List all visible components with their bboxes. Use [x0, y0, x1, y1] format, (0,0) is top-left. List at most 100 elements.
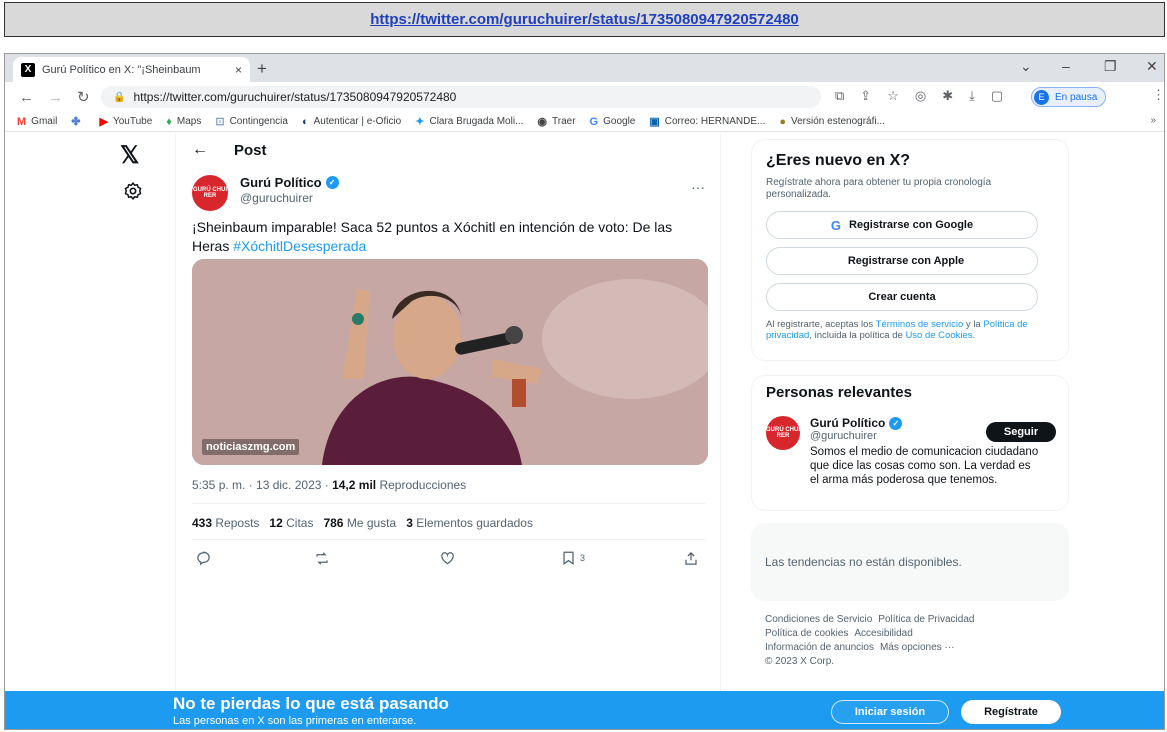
tweet-stats: 433 Reposts 12 Citas 786 Me gusta 3 Element…	[192, 516, 533, 530]
follow-button[interactable]: Seguir	[986, 422, 1056, 442]
footer-link[interactable]: Accesibilidad	[854, 628, 912, 639]
tab-strip: X Gurú Político en X: "¡Sheinbaum × + ⌄ …	[5, 54, 1164, 82]
bookmark-icon: ▣	[649, 116, 660, 128]
x-logo-icon[interactable]: 𝕏	[120, 141, 139, 170]
signup-terms: Al registrarte, aceptas los Términos de …	[766, 319, 1054, 341]
profile-button[interactable]: E En pausa	[1031, 87, 1107, 107]
back-icon[interactable]: ←	[192, 141, 208, 159]
share-icon[interactable]: ⇪	[860, 88, 871, 104]
person-bio: Somos el medio de comunicacion ciudadano…	[810, 446, 1039, 486]
reply-icon[interactable]	[196, 551, 211, 566]
media-watermark: noticiaszmg.com	[202, 439, 300, 455]
bookmark-item[interactable]: ▶ YouTube	[100, 115, 153, 128]
bookmarks-bar: M Gmail ✤ ▶ YouTube ♦ Maps ⊡ Contingencia ◐ Autent…	[5, 112, 1164, 132]
author-handle[interactable]: @guruchuirer	[240, 191, 339, 205]
bookmark-item[interactable]: ● Versión estenográfi...	[779, 116, 885, 128]
bookmark-item[interactable]: M Gmail	[17, 116, 57, 128]
bookmark-icon	[563, 551, 574, 565]
bookmark-item[interactable]: ◐ Autenticar | e-Oficio	[302, 116, 401, 128]
star-icon[interactable]: ☆	[887, 88, 899, 104]
bookmark-label: Traer	[552, 116, 576, 127]
like-heart-icon[interactable]	[440, 551, 455, 565]
bookmark-action[interactable]: 3	[562, 551, 585, 565]
bookmark-icon: ⊡	[215, 116, 225, 128]
author-avatar[interactable]: GURÚ CHUI RER	[192, 175, 228, 211]
create-account-button[interactable]: Crear cuenta	[766, 283, 1038, 311]
sidepanel-icon[interactable]: ▢	[991, 88, 1003, 104]
signup-card: ¿Eres nuevo en X? Regístrate ahora para …	[751, 139, 1069, 361]
install-icon[interactable]: ⧉	[835, 88, 844, 104]
bookmark-item[interactable]: ▣ Correo: HERNANDE...	[649, 115, 765, 128]
reload-icon[interactable]: ↻	[77, 88, 90, 106]
tweet-stat[interactable]: 12 Citas	[269, 516, 313, 530]
bookmark-icon: ✤	[71, 116, 81, 128]
tweet-stat[interactable]: 433 Reposts	[192, 516, 259, 530]
stat-label: Elementos guardados	[416, 516, 533, 530]
forward-arrow-icon[interactable]: →	[48, 89, 63, 106]
bookmarks-more-icon[interactable]: »	[1150, 115, 1156, 126]
login-button[interactable]: Iniciar sesión	[831, 700, 949, 724]
restore-icon[interactable]: ❐	[1104, 58, 1117, 75]
profile-status: En pausa	[1055, 91, 1098, 103]
close-window-icon[interactable]: ✕	[1146, 58, 1158, 75]
bookmark-label: Gmail	[31, 116, 58, 127]
divider	[192, 539, 706, 540]
signup-google-label: Registrarse con Google	[849, 219, 974, 231]
tweet-stat[interactable]: 786 Me gusta	[323, 516, 396, 530]
register-button[interactable]: Regístrate	[961, 700, 1061, 724]
stat-count: 12	[269, 516, 283, 530]
footer-link[interactable]: Política de Privacidad	[878, 614, 974, 625]
bookmark-item[interactable]: G Google	[590, 116, 636, 128]
more-options-icon[interactable]: ···	[691, 179, 705, 195]
bookmark-icon: ▶	[99, 116, 108, 128]
signup-google-button[interactable]: G Registrarse con Google	[766, 211, 1038, 239]
bookmark-item[interactable]: ♦ Maps	[166, 116, 201, 128]
bookmark-icon: ✦	[415, 116, 425, 128]
tweet-actions: 3	[196, 551, 706, 571]
address-bar[interactable]: 🔒 https://twitter.com/guruchuirer/status…	[101, 86, 821, 108]
settings-gear-icon[interactable]	[123, 181, 143, 201]
media-photo-illustration	[192, 259, 708, 465]
bottom-signup-banner: No te pierdas lo que está pasando Las pe…	[5, 691, 1164, 729]
google-icon: G	[830, 217, 842, 233]
tweet-media-photo[interactable]: noticiaszmg.com	[192, 259, 708, 465]
tab-close-icon[interactable]: ×	[235, 63, 242, 77]
browser-menu-icon[interactable]: ⋮	[1152, 87, 1164, 103]
footer-link: © 2023 X Corp.	[765, 656, 835, 667]
footer-link[interactable]: Más opciones ···	[880, 642, 954, 653]
tweet-meta: 5:35 p. m. · 13 dic. 2023 · 14,2 mil Rep…	[192, 478, 466, 492]
browser-window: X Gurú Político en X: "¡Sheinbaum × + ⌄ …	[4, 53, 1165, 730]
caption-url-link[interactable]: https://twitter.com/guruchuirer/status/1…	[370, 11, 799, 28]
new-tab-icon[interactable]: +	[257, 59, 267, 79]
terms-text: Al registrarte, aceptas los	[766, 319, 876, 330]
bookmark-item[interactable]: ⊡ Contingencia	[215, 115, 288, 128]
terms-text: .	[972, 330, 976, 341]
toolbar-icons: ⧉ ⇪ ☆ ◎ ✱ ⤓ ▢	[835, 88, 1003, 104]
share-post-icon[interactable]	[684, 551, 698, 566]
footer-link[interactable]: Información de anuncios	[765, 642, 874, 653]
author-name-row[interactable]: Gurú Político ✓	[240, 175, 339, 190]
tweet-timestamp[interactable]: 5:35 p. m. · 13 dic. 2023 ·	[192, 478, 332, 492]
back-arrow-icon[interactable]: ←	[19, 89, 34, 106]
terms-of-service-link[interactable]: Términos de servicio	[876, 319, 964, 330]
hashtag-link[interactable]: #XóchitlDesesperada	[233, 238, 366, 254]
cookie-policy-link[interactable]: Uso de Cookies	[905, 330, 972, 341]
camera-icon[interactable]: ◎	[915, 88, 926, 104]
footer-link[interactable]: Política de cookies	[765, 628, 848, 639]
minimize-icon[interactable]: –	[1062, 58, 1070, 74]
bookmark-item[interactable]: ◉ Traer	[537, 115, 575, 128]
tweet-stat[interactable]: 3 Elementos guardados	[406, 516, 533, 530]
extensions-icon[interactable]: ✱	[942, 88, 953, 104]
signup-apple-button[interactable]: Registrarse con Apple	[766, 247, 1038, 275]
download-icon[interactable]: ⤓	[969, 88, 975, 104]
tab-search-icon[interactable]: ⌄	[1020, 58, 1032, 75]
banner-subtitle: Las personas en X son las primeras en en…	[173, 715, 417, 727]
footer-link[interactable]: Condiciones de Servicio	[765, 614, 872, 625]
bookmark-item[interactable]: ✤	[71, 115, 85, 128]
repost-icon[interactable]	[314, 551, 330, 566]
browser-tab[interactable]: X Gurú Político en X: "¡Sheinbaum ×	[13, 57, 250, 82]
person-avatar[interactable]: GURÚ CHUI RER	[766, 416, 800, 450]
stat-count: 786	[323, 516, 344, 530]
bookmark-icon: ◐	[301, 115, 309, 128]
bookmark-item[interactable]: ✦ Clara Brugada Moli...	[415, 115, 523, 128]
